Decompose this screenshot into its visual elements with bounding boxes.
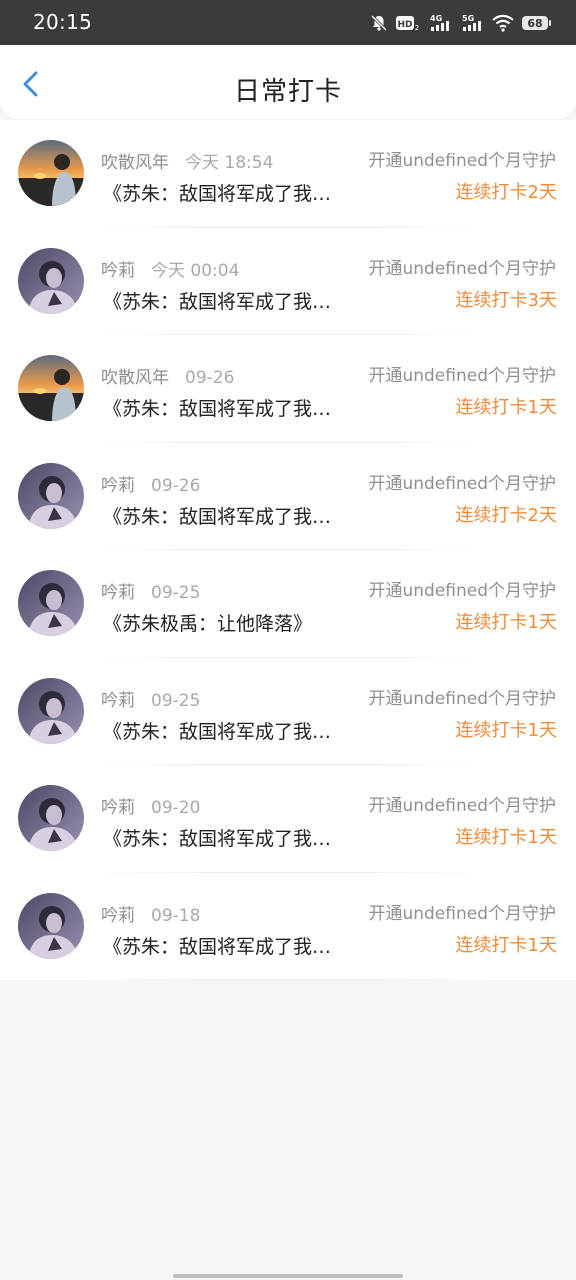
guard-text: 开通undefined个月守护: [368, 151, 556, 171]
portrait-avatar-image: [18, 677, 84, 744]
portrait-avatar-image: [18, 462, 84, 529]
checkin-date: 09-25: [151, 690, 201, 711]
streak-badge: 连续打卡3天: [455, 289, 557, 311]
guard-text: 开通undefined个月守护: [368, 688, 556, 709]
svg-text:2: 2: [415, 24, 419, 32]
book-title: 《苏朱极禹：让他降落》: [103, 613, 313, 635]
avatar[interactable]: [18, 677, 84, 744]
streak-badge: 连续打卡2天: [455, 182, 557, 203]
4g-signal-icon: 4G: [428, 14, 452, 32]
divider: [90, 979, 486, 980]
avatar[interactable]: [18, 247, 84, 314]
guard-text: 开通undefined个月守护: [368, 796, 556, 816]
user-name: 吟莉: [101, 798, 135, 818]
5g-signal-icon: 5G: [460, 14, 484, 32]
user-name: 吹散风年: [101, 368, 169, 388]
checkin-date: 09-18: [151, 905, 201, 926]
checkin-date: 09-26: [185, 368, 235, 388]
guard-text: 开通undefined个月守护: [368, 581, 556, 601]
book-title: 《苏朱：敌国将军成了我的俘虏》: [103, 720, 343, 743]
user-name: 吹散风年: [101, 153, 169, 173]
user-name: 吟莉: [101, 260, 135, 281]
item-meta: 吹散风年 09-26: [101, 363, 234, 388]
checkin-item[interactable]: 吟莉09-18 开通undefined个月守护 《苏朱：敌国将军成了我的俘虏》 …: [0, 873, 576, 980]
status-time: 20:15: [33, 10, 93, 34]
portrait-avatar-image: [18, 785, 84, 851]
checkin-item[interactable]: 吹散风年 今天 18:54 开通undefined个月守护 《苏朱：敌国将军成了我…: [0, 120, 576, 228]
avatar[interactable]: [18, 785, 84, 851]
checkin-date: 09-20: [151, 798, 201, 818]
item-meta: 吟莉 09-18: [101, 901, 200, 926]
checkin-list: 吹散风年 今天 18:54 开通undefined个月守护 《苏朱：敌国将军成了我…: [0, 120, 576, 980]
guard-text: 开通undefined个月守护: [368, 366, 556, 386]
streak-badge: 连续打卡1天: [455, 612, 557, 633]
guard-text: 开通undefined个月守护: [368, 473, 556, 494]
avatar[interactable]: [18, 570, 84, 636]
guard-text: 开通undefined个月守护: [368, 258, 556, 279]
sunset-avatar-image: [18, 355, 84, 421]
svg-text:HD: HD: [397, 20, 412, 30]
guard-text: 开通undefined个月守护: [368, 903, 556, 924]
checkin-date: 09-26: [151, 475, 201, 496]
status-bar: 20:15 HD 2 4G 5G 68: [0, 0, 576, 45]
avatar[interactable]: [18, 462, 84, 529]
portrait-avatar-image: [18, 892, 84, 959]
item-meta: 吟莉 09-20: [101, 793, 200, 818]
checkin-date: 09-25: [151, 583, 201, 603]
page-title: 日常打卡: [233, 77, 342, 107]
svg-text:4G: 4G: [430, 14, 442, 23]
book-title: 《苏朱：敌国将军成了我的俘虏》: [103, 183, 343, 205]
streak-badge: 连续打卡1天: [455, 397, 557, 418]
checkin-item[interactable]: 吟莉09-25 开通undefined个月守护 《苏朱：敌国将军成了我的俘虏》 …: [0, 658, 576, 765]
item-meta: 吟莉 09-25: [101, 578, 200, 603]
item-meta: 吹散风年 今天 18:54: [101, 148, 273, 173]
checkin-item[interactable]: 吟莉今天 00:04 开通undefined个月守护 《苏朱：敌国将军成了我的俘…: [0, 228, 576, 335]
book-title: 《苏朱：敌国将军成了我的俘虏》: [103, 935, 343, 958]
book-title: 《苏朱：敌国将军成了我的俘虏》: [103, 505, 343, 528]
home-indicator[interactable]: [173, 1274, 403, 1278]
user-name: 吟莉: [101, 905, 135, 926]
portrait-avatar-image: [18, 247, 84, 314]
checkin-date: 今天 18:54: [185, 153, 274, 173]
item-meta: 吟莉 09-26: [101, 471, 200, 496]
book-title: 《苏朱：敌国将军成了我的俘虏》: [103, 290, 343, 313]
book-title: 《苏朱：敌国将军成了我的俘虏》: [103, 398, 343, 420]
avatar[interactable]: [18, 892, 84, 959]
svg-text:5G: 5G: [462, 14, 474, 23]
user-name: 吟莉: [101, 583, 135, 603]
checkin-item[interactable]: 吟莉09-20 开通undefined个月守护 《苏朱：敌国将军成了我的俘虏》 …: [0, 765, 576, 873]
hd-icon: HD 2: [396, 14, 420, 32]
sunset-avatar-image: [18, 140, 84, 206]
header-bar: 日常打卡: [0, 45, 576, 119]
book-title: 《苏朱：敌国将军成了我的俘虏》: [103, 828, 343, 850]
streak-badge: 连续打卡2天: [455, 504, 557, 526]
item-meta: 吟莉 今天 00:04: [101, 256, 239, 281]
status-icons: HD 2 4G 5G 68: [370, 12, 551, 34]
item-meta: 吟莉 09-25: [101, 686, 200, 711]
user-name: 吟莉: [101, 690, 135, 711]
streak-badge: 连续打卡1天: [455, 934, 557, 956]
mute-bell-icon: [370, 14, 388, 32]
avatar[interactable]: [18, 140, 84, 206]
checkin-item[interactable]: 吟莉09-26 开通undefined个月守护 《苏朱：敌国将军成了我的俘虏》 …: [0, 443, 576, 550]
streak-badge: 连续打卡1天: [455, 827, 557, 848]
battery-icon: 68: [522, 16, 551, 30]
streak-badge: 连续打卡1天: [455, 719, 557, 741]
wifi-icon: [492, 14, 514, 32]
checkin-date: 今天 00:04: [151, 260, 240, 281]
checkin-item[interactable]: 吟莉 09-25 开通undefined个月守护 《苏朱极禹：让他降落》 连续打卡…: [0, 550, 576, 658]
avatar[interactable]: [18, 355, 84, 421]
user-name: 吟莉: [101, 475, 135, 496]
checkin-item[interactable]: 吹散风年 09-26 开通undefined个月守护 《苏朱：敌国将军成了我的俘虏…: [0, 335, 576, 443]
portrait-avatar-image: [18, 570, 84, 636]
